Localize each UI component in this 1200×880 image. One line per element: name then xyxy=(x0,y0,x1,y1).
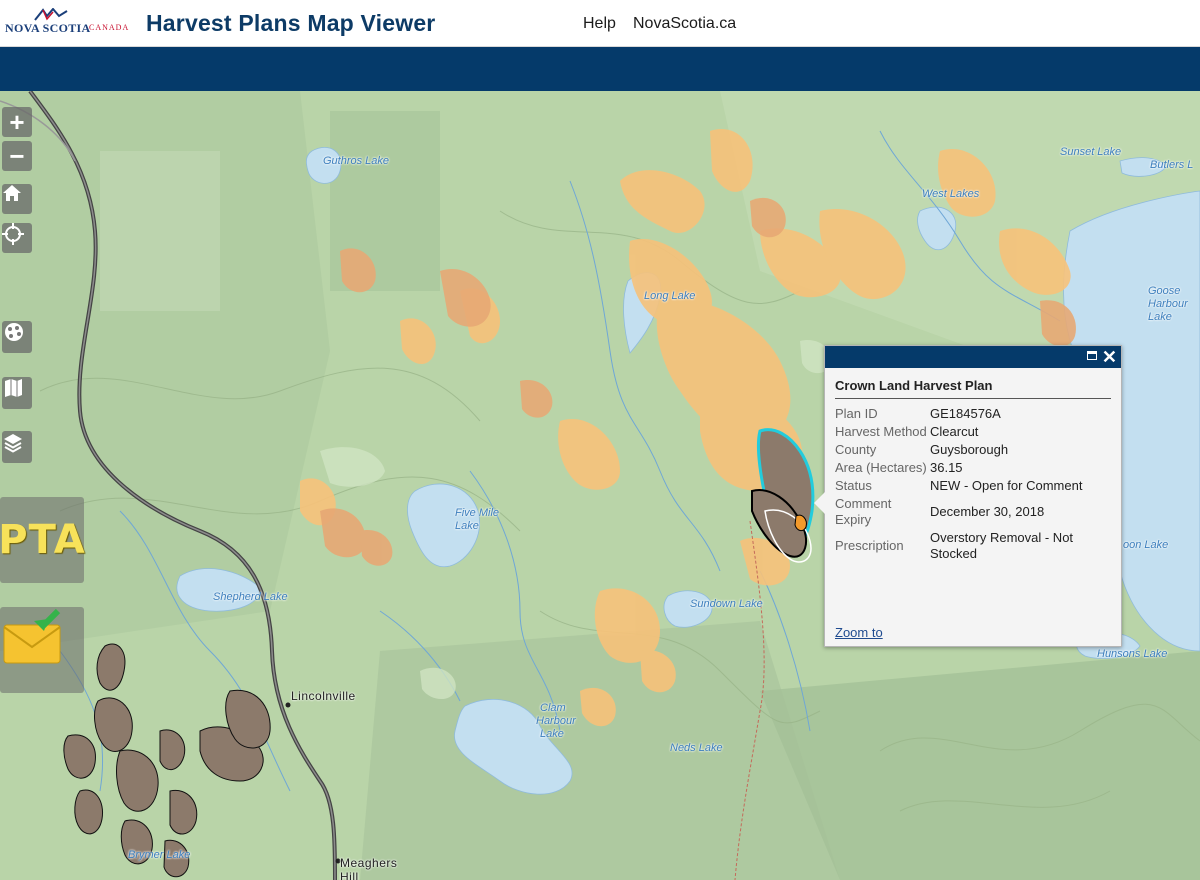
logo-subtext: CANADA xyxy=(89,23,130,32)
attribute-row: County Guysborough xyxy=(835,442,1110,460)
minus-icon: − xyxy=(9,141,25,171)
home-button[interactable] xyxy=(2,184,32,214)
nova-scotia-logo[interactable]: NOVA SCOTIA CANADA xyxy=(5,8,135,36)
label-sundown-lake: Sundown Lake xyxy=(690,598,763,610)
label-sunset-lake: Sunset Lake xyxy=(1060,146,1122,158)
forest-zone xyxy=(760,651,1200,880)
label-clam-harbour-1: Clam xyxy=(540,702,566,714)
zoom-out-button[interactable]: − xyxy=(2,141,32,171)
label-clam-harbour-3: Lake xyxy=(540,728,564,740)
town-lincolnville: Lincolnville xyxy=(291,689,356,703)
app-header: NOVA SCOTIA CANADA Harvest Plans Map Vie… xyxy=(0,0,1200,47)
attribute-value: December 30, 2018 xyxy=(930,504,1045,519)
layers-icon xyxy=(4,434,22,453)
label-guthros-lake: Guthros Lake xyxy=(323,155,390,167)
novascotia-link[interactable]: NovaScotia.ca xyxy=(633,15,736,33)
logo-text: NOVA SCOTIA xyxy=(5,21,91,35)
label-shepherd-lake: Shepherd Lake xyxy=(213,591,288,603)
label-five-mile-lake-1: Five Mile xyxy=(455,507,500,519)
attribute-row: Area (Hectares) 36.15 xyxy=(835,460,1110,478)
label-west-lakes: West Lakes xyxy=(922,188,980,200)
label-goose-harbour-1: Goose xyxy=(1148,285,1181,297)
town-meaghers: Meaghers xyxy=(340,856,398,870)
home-icon xyxy=(3,185,21,201)
attribute-table: Plan ID GE184576A Harvest Method Clearcu… xyxy=(835,406,1110,564)
label-butlers-lake: Butlers L xyxy=(1150,159,1194,171)
app-title: Harvest Plans Map Viewer xyxy=(146,10,436,36)
attribute-row: Harvest Method Clearcut xyxy=(835,424,1110,442)
feature-popup: ✕ Crown Land Harvest Plan Plan ID GE1845… xyxy=(814,345,1122,647)
label-goose-harbour-3: Lake xyxy=(1148,311,1172,323)
label-clam-harbour-2: Harbour xyxy=(536,715,576,727)
popup-title: Crown Land Harvest Plan xyxy=(835,378,1111,399)
pta-icon: PTA xyxy=(0,517,86,563)
locate-button[interactable] xyxy=(2,223,32,253)
maximize-icon[interactable] xyxy=(1087,351,1097,360)
pta-button[interactable]: PTA xyxy=(0,497,86,583)
attribute-key: Prescription xyxy=(835,538,904,553)
attribute-value: Guysborough xyxy=(930,442,1009,457)
help-link[interactable]: Help xyxy=(583,15,616,33)
forest-zone xyxy=(360,621,840,880)
town-hill: Hill xyxy=(340,870,359,880)
attribute-key: Comment Expiry xyxy=(835,496,892,527)
town-marker xyxy=(285,702,291,708)
email-notification-button[interactable] xyxy=(0,607,84,693)
legend-button[interactable] xyxy=(2,377,32,409)
toolbar-band xyxy=(0,47,1200,91)
attribute-row: Plan ID GE184576A xyxy=(835,406,1110,424)
attribute-row: Comment Expiry December 30, 2018 xyxy=(835,496,1110,530)
attribute-value: 36.15 xyxy=(930,460,963,475)
label-five-mile-lake-2: Lake xyxy=(455,520,479,532)
label-goose-harbour-2: Harbour xyxy=(1148,298,1188,310)
attribute-key: Area (Hectares) xyxy=(835,460,927,475)
legend-icon xyxy=(5,379,22,397)
plus-icon: + xyxy=(9,107,25,137)
attribute-row: Status NEW - Open for Comment xyxy=(835,478,1110,496)
attribute-key: County xyxy=(835,442,877,457)
attribute-value: Clearcut xyxy=(930,424,979,439)
basemap-icon xyxy=(5,323,23,341)
attribute-value: Overstory Removal - Not Stocked xyxy=(930,530,1074,561)
layers-button[interactable] xyxy=(2,431,32,463)
attribute-key: Plan ID xyxy=(835,406,878,421)
label-oon-lake: oon Lake xyxy=(1123,539,1169,551)
zoom-in-button[interactable]: + xyxy=(2,107,32,137)
map-canvas[interactable]: Guthros Lake Sunset Lake Butlers L West … xyxy=(0,91,1200,880)
zoom-to-link[interactable]: Zoom to xyxy=(835,625,883,640)
label-hunsons-lake: Hunsons Lake xyxy=(1097,648,1168,660)
attribute-value: GE184576A xyxy=(930,406,1001,421)
cleared-area xyxy=(100,151,220,311)
label-brymer-lake: Brymer Lake xyxy=(128,849,191,861)
attribute-key: Harvest Method xyxy=(835,424,927,439)
close-icon[interactable]: ✕ xyxy=(1102,347,1117,367)
email-icon xyxy=(3,608,61,664)
locate-icon xyxy=(2,223,24,245)
attribute-value: NEW - Open for Comment xyxy=(930,478,1083,493)
flag-icon xyxy=(34,8,68,21)
attribute-key: Status xyxy=(835,478,872,493)
popup-titlebar: ✕ xyxy=(825,346,1121,368)
label-long-lake: Long Lake xyxy=(644,290,696,302)
basemap-button[interactable] xyxy=(2,321,32,353)
attribute-row: Prescription Overstory Removal - Not Sto… xyxy=(835,530,1110,564)
popup-pointer xyxy=(814,492,825,514)
label-neds-lake: Neds Lake xyxy=(670,742,723,754)
